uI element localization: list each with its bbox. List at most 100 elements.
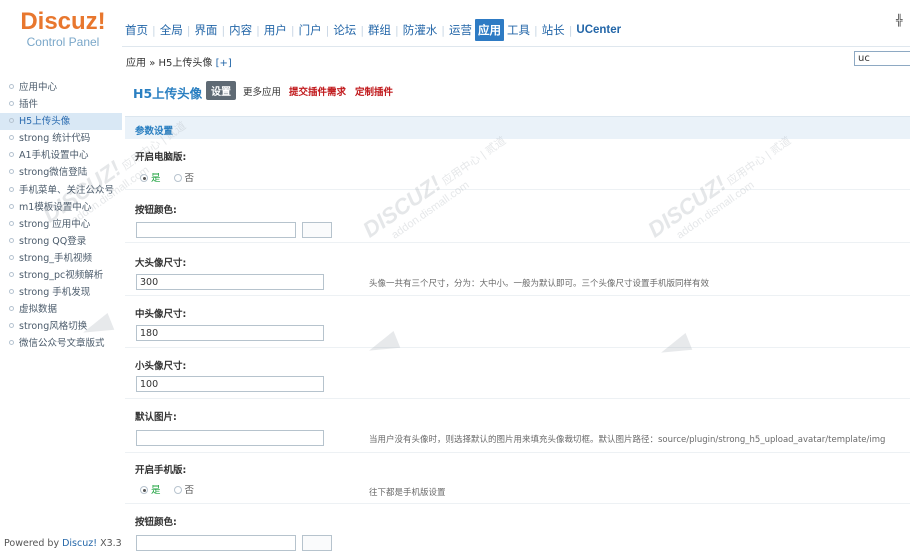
plugin-header: H5上传头像 设置 更多应用 提交插件需求 定制插件 (122, 76, 910, 104)
pc-enable-yes-radio[interactable] (140, 174, 148, 182)
row-divider (125, 503, 910, 504)
sidebar-item-mobile-video[interactable]: strong_手机视频 (0, 250, 122, 267)
sidebar-item-h5-upload-avatar[interactable]: H5上传头像 (0, 113, 122, 131)
sidebar-item-label: strong QQ登录 (19, 235, 87, 247)
sidebar-item-qq-login[interactable]: strong QQ登录 (0, 233, 122, 250)
pc-enable-no-radio[interactable] (173, 174, 182, 182)
row-divider (125, 242, 910, 243)
mobile-button-color-picker[interactable] (302, 535, 332, 551)
bullet-icon (9, 186, 14, 192)
logo[interactable]: Discuz! Control Panel (8, 8, 118, 50)
powered-by: Powered by Discuz! X3.3 (4, 538, 122, 549)
bullet-icon (9, 84, 14, 89)
nav-portal[interactable]: 门户 (296, 19, 325, 41)
button-color-label: 按钮颜色: (135, 205, 177, 216)
sidebar-item-wechat-article-layout[interactable]: 微信公众号文章版式 (0, 335, 122, 352)
pc-enable-radio-group: 是 否 (140, 170, 194, 184)
breadcrumb: 应用 » H5上传头像 [+] (126, 54, 232, 69)
breadcrumb-bar: 应用 » H5上传头像 [+] (122, 46, 910, 72)
sidebar-item-label: H5上传头像 (19, 116, 71, 128)
bullet-icon (9, 169, 14, 175)
nav-operations[interactable]: 运营 (446, 19, 475, 41)
tab-more-apps[interactable]: 更多应用 (243, 84, 281, 98)
mobile-enable-label: 开启手机版: (135, 465, 187, 476)
nav-content[interactable]: 内容 (226, 19, 255, 41)
row-divider (125, 189, 910, 190)
medium-size-label: 中头像尺寸: (135, 309, 187, 320)
row-divider (125, 295, 910, 296)
tab-submit-request[interactable]: 提交插件需求 (289, 84, 346, 98)
sidebar-item-strong-app-center[interactable]: strong 应用中心 (0, 216, 122, 233)
nav-groups[interactable]: 群组 (365, 19, 394, 41)
mobile-enable-tip: 往下都是手机版设置 (369, 488, 446, 498)
sidebar-item-a1-mobile-settings[interactable]: A1手机设置中心 (0, 147, 122, 164)
nav-home[interactable]: 首页 (122, 19, 151, 41)
menu-search-input[interactable] (854, 51, 910, 66)
powered-prefix: Powered by (4, 538, 63, 549)
nav-interface[interactable]: 界面 (191, 19, 220, 41)
sidebar-item-plugins[interactable]: 插件 (0, 96, 122, 113)
nav-anti-spam[interactable]: 防灌水 (400, 19, 441, 41)
sidebar-item-stats-code[interactable]: strong 统计代码 (0, 130, 122, 147)
row-divider (125, 347, 910, 348)
breadcrumb-root[interactable]: 应用 (126, 58, 146, 69)
sidebar-item-virtual-data[interactable]: 虚拟数据 (0, 301, 122, 318)
breadcrumb-separator: » (149, 58, 156, 69)
nav-forum[interactable]: 论坛 (330, 19, 359, 41)
bullet-icon (9, 101, 14, 107)
large-size-label: 大头像尺寸: (135, 258, 187, 269)
logo-wordmark: Discuz! (20, 8, 106, 35)
mobile-enable-yes-radio[interactable] (140, 486, 148, 494)
large-size-input[interactable] (136, 274, 324, 290)
sidebar-menu: 应用中心 插件 H5上传头像 strong 统计代码 A1手机设置中心 stro… (0, 76, 122, 353)
sidebar-item-label: 手机菜单、关注公众号 (19, 184, 115, 196)
bullet-icon (9, 237, 14, 243)
large-size-tip: 头像一共有三个尺寸，分为：大中小。一般为默认即可。三个头像尺寸设置手机版同样有效 (369, 279, 710, 289)
breadcrumb-current: H5上传头像 (158, 58, 213, 69)
radio-label-yes: 是 (151, 173, 161, 184)
sidebar-item-wechat-login[interactable]: strong微信登陆 (0, 164, 122, 181)
button-color-picker[interactable] (302, 222, 332, 238)
header-corner-mark: ╬ (896, 14, 903, 27)
tab-custom-plugin[interactable]: 定制插件 (355, 84, 393, 98)
medium-size-input[interactable] (136, 325, 324, 341)
nav-admin[interactable]: 站长 (539, 19, 568, 41)
mobile-button-color-input[interactable] (136, 535, 296, 551)
nav-tools[interactable]: 工具 (504, 19, 533, 41)
small-size-input[interactable] (136, 376, 324, 392)
nav-ucenter[interactable]: UCenter (573, 19, 624, 41)
row-divider (125, 452, 910, 453)
powered-brand-link[interactable]: Discuz! (62, 538, 97, 549)
sidebar-item-m1-template-settings[interactable]: m1模板设置中心 (0, 199, 122, 216)
small-size-label: 小头像尺寸: (135, 361, 187, 372)
default-image-tip: 当用户没有头像时，则选择默认的图片用来填充头像裁切框。默认图片路径：source… (369, 435, 886, 445)
sidebar-item-pc-video-parse[interactable]: strong_pc视频解析 (0, 267, 122, 284)
mobile-enable-no-radio[interactable] (173, 486, 182, 494)
nav-users[interactable]: 用户 (261, 19, 290, 41)
bullet-icon (9, 220, 14, 226)
tab-settings[interactable]: 设置 (206, 81, 236, 100)
bullet-icon (9, 340, 14, 346)
sidebar-item-mobile-menu[interactable]: 手机菜单、关注公众号 (0, 182, 122, 199)
sidebar-item-label: strong_手机视频 (19, 252, 92, 264)
sidebar-item-label: strong 手机发现 (19, 287, 91, 299)
sidebar-item-label: strong 统计代码 (19, 133, 91, 145)
sidebar-item-app-center[interactable]: 应用中心 (0, 79, 122, 96)
nav-apps[interactable]: 应用 (474, 19, 504, 41)
sidebar-item-label: 虚拟数据 (19, 304, 58, 316)
button-color-input[interactable] (136, 222, 296, 238)
nav-global[interactable]: 全局 (157, 19, 186, 41)
top-navigation: 首页 | 全局 | 界面 | 内容 | 用户 | 门户 | 论坛 | 群组 | 防灌水 | 运营 … (122, 18, 624, 42)
radio-label-no: 否 (184, 485, 195, 496)
sidebar-item-label: 应用中心 (19, 82, 58, 93)
sidebar-item-label: strong_pc视频解析 (19, 270, 104, 282)
bullet-icon (9, 272, 14, 278)
sidebar-item-mobile-discover[interactable]: strong 手机发现 (0, 284, 122, 301)
sidebar-item-label: strong微信登陆 (19, 167, 88, 179)
bullet-icon (9, 152, 14, 158)
sidebar-item-label: strong 应用中心 (19, 218, 91, 230)
sidebar-item-style-switch[interactable]: strong风格切换 (0, 318, 122, 335)
sidebar-item-label: A1手机设置中心 (19, 150, 89, 162)
default-image-input[interactable] (136, 430, 324, 446)
add-shortcut-link[interactable]: [+] (216, 58, 232, 69)
